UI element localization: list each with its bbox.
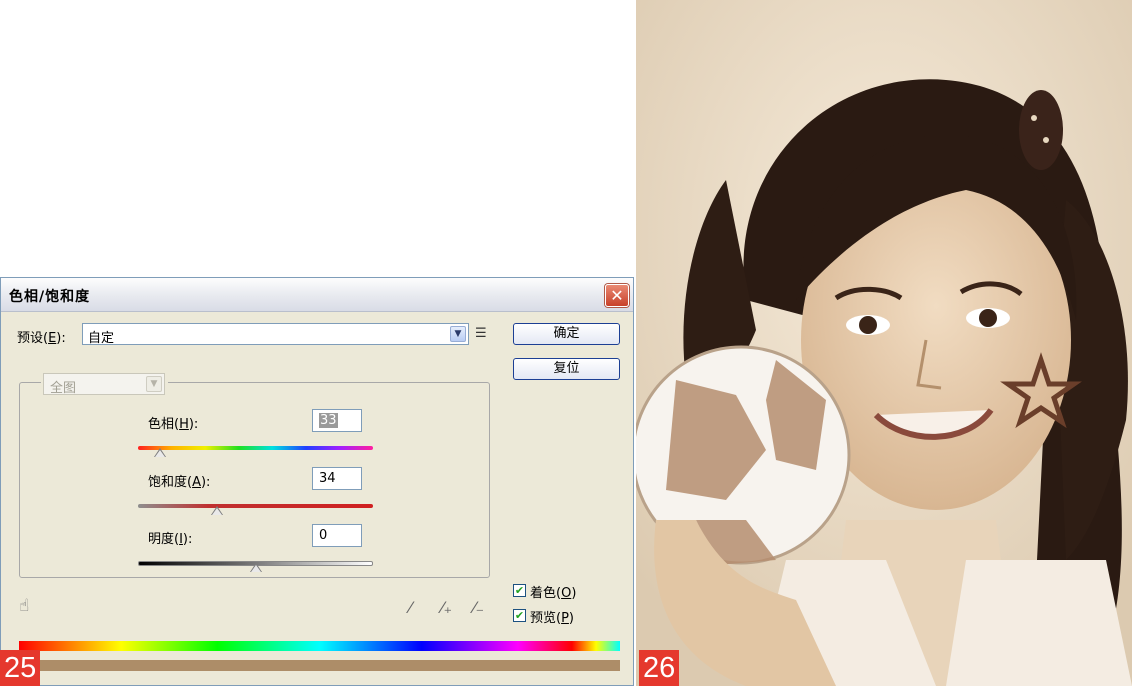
ok-button[interactable]: 确定 [513, 323, 620, 345]
hue-input[interactable]: 33 [312, 409, 362, 432]
eyedropper-icon[interactable]: ⁄ [409, 598, 412, 617]
saturation-label: 饱和度(A): [148, 471, 210, 490]
reset-button[interactable]: 复位 [513, 358, 620, 380]
preview-checkbox[interactable]: ✔ [513, 609, 526, 622]
output-tint-bar [19, 660, 620, 671]
preview-label[interactable]: 预览(P) [530, 607, 574, 626]
saturation-label-key: A [192, 475, 201, 490]
hue-slider-track[interactable] [138, 446, 373, 450]
preset-select[interactable]: 自定 ▼ [82, 323, 469, 346]
hue-label-end: ): [188, 417, 199, 432]
channel-select[interactable]: 全图 ▼ [41, 373, 168, 396]
hue-slider-thumb[interactable] [153, 448, 166, 457]
preview-label-key: P [561, 611, 569, 626]
lightness-label: 明度(I): [148, 528, 192, 547]
eyedropper-subtract-icon[interactable]: ⁄₋ [473, 598, 484, 617]
hand-adjust-icon[interactable]: ☝ [19, 596, 29, 616]
preset-label-end: ): [56, 331, 66, 346]
hue-label-key: H [179, 417, 189, 432]
lightness-value: 0 [319, 528, 328, 543]
lightness-input[interactable]: 0 [312, 524, 362, 547]
close-icon[interactable]: ✕ [605, 284, 629, 307]
colorize-checkbox[interactable]: ✔ [513, 584, 526, 597]
lightness-label-text: 明度( [148, 532, 180, 547]
input-spectrum-bar [19, 641, 620, 651]
hue-label-text: 色相( [148, 417, 180, 432]
colorize-label-text: 着色( [530, 586, 562, 601]
saturation-label-end: ): [200, 475, 211, 490]
saturation-value: 34 [319, 471, 336, 486]
checkmark-icon: ✔ [514, 584, 525, 597]
preset-value: 自定 [88, 331, 115, 346]
channel-value: 全图 [50, 381, 77, 396]
lightness-label-end: ): [182, 532, 193, 547]
figure-number-badge: 25 [0, 650, 41, 686]
saturation-slider-thumb[interactable] [210, 506, 223, 515]
hue-value: 33 [319, 413, 338, 428]
dialog-title: 色相/饱和度 [9, 289, 91, 305]
saturation-slider-track[interactable] [138, 504, 373, 508]
preview-label-end: ) [568, 611, 574, 626]
preview-label-text: 预览( [530, 611, 562, 626]
adjustment-group [19, 382, 490, 578]
colorize-label-key: O [561, 586, 572, 601]
saturation-label-text: 饱和度( [148, 475, 193, 490]
sepia-photo [636, 0, 1132, 686]
figure-number-badge: 26 [639, 650, 680, 686]
colorize-label[interactable]: 着色(O) [530, 582, 576, 601]
hue-saturation-dialog: 色相/饱和度 ✕ 预设(E): 自定 ▼ ☰ 确定 复位 全图 ▼ 色相(H):… [0, 277, 634, 686]
preset-label-text: 预设( [17, 331, 49, 346]
channel-select-box[interactable]: 全图 ▼ [43, 373, 165, 396]
preset-label: 预设(E): [17, 327, 66, 346]
dropdown-arrow-icon[interactable]: ▼ [450, 326, 466, 342]
colorize-label-end: ) [571, 586, 577, 601]
sepia-photo-art [636, 0, 1132, 686]
saturation-input[interactable]: 34 [312, 467, 362, 490]
lightness-slider-thumb[interactable] [249, 563, 262, 572]
hue-label: 色相(H): [148, 413, 198, 432]
preset-menu-icon[interactable]: ☰ [475, 326, 487, 341]
checkmark-icon: ✔ [514, 609, 525, 622]
dialog-titlebar[interactable]: 色相/饱和度 ✕ [1, 278, 633, 312]
dropdown-arrow-icon[interactable]: ▼ [146, 376, 162, 392]
eyedropper-add-icon[interactable]: ⁄₊ [441, 598, 452, 617]
